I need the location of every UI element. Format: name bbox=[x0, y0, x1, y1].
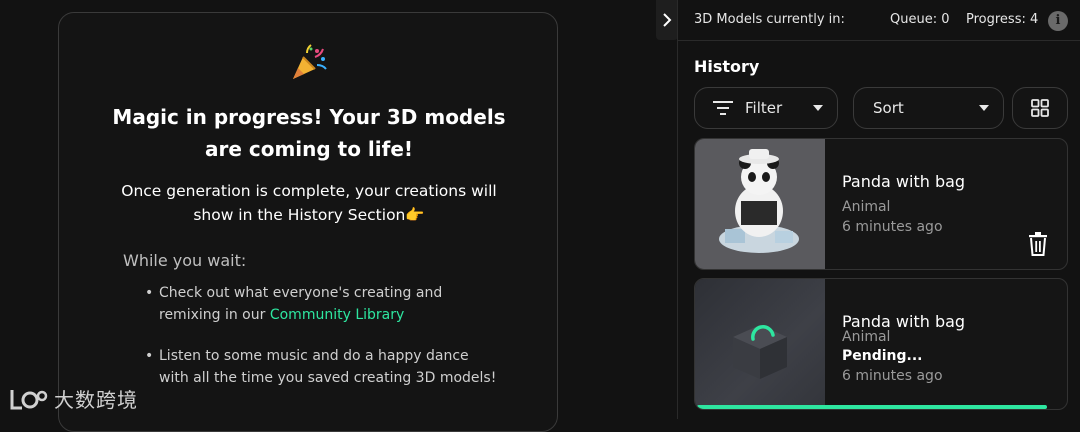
history-item[interactable]: Panda with bag Animal 6 minutes ago bbox=[694, 138, 1068, 270]
model-time: 6 minutes ago bbox=[842, 219, 943, 235]
wait-title: While you wait: bbox=[123, 251, 247, 270]
sort-label: Sort bbox=[873, 99, 904, 117]
progress-subtext: Once generation is complete, your creati… bbox=[121, 182, 497, 224]
chevron-down-icon bbox=[979, 105, 989, 111]
tip-music-text: Listen to some music and do a happy danc… bbox=[159, 348, 497, 386]
history-title: History bbox=[694, 57, 760, 76]
pending-status: Pending... bbox=[842, 348, 923, 364]
watermark-text: 大数跨境 bbox=[54, 388, 138, 412]
collapse-panel-button[interactable] bbox=[656, 0, 678, 40]
progress-headline: Magic in progress! Your 3D models are co… bbox=[112, 105, 506, 161]
generation-progress-bar bbox=[697, 405, 1047, 409]
filter-dropdown[interactable]: Filter bbox=[694, 87, 838, 129]
tip-community: Check out what everyone's creating and r… bbox=[145, 283, 499, 326]
trash-icon[interactable] bbox=[1027, 232, 1049, 256]
progress-count: Progress: 4 bbox=[966, 12, 1039, 27]
status-label: 3D Models currently in: bbox=[694, 12, 845, 27]
tips-list: Check out what everyone's creating and r… bbox=[145, 283, 499, 409]
party-popper-icon bbox=[293, 44, 327, 79]
grid-view-button[interactable] bbox=[1012, 87, 1068, 129]
chevron-right-icon bbox=[663, 13, 672, 27]
model-name: Panda with bag bbox=[842, 172, 966, 191]
sort-dropdown[interactable]: Sort bbox=[853, 87, 1004, 129]
chevron-down-icon bbox=[813, 105, 823, 111]
panda-model-image bbox=[719, 149, 799, 253]
model-thumbnail[interactable] bbox=[695, 139, 825, 269]
panel-divider bbox=[677, 0, 678, 419]
grid-view-icon bbox=[1031, 99, 1049, 117]
queue-count: Queue: 0 bbox=[890, 12, 950, 27]
watermark: 大数跨境 bbox=[8, 384, 138, 413]
history-item[interactable]: Panda with bag Animal Pending... 6 minut… bbox=[694, 278, 1068, 410]
model-category: Animal bbox=[842, 199, 891, 215]
status-bar: 3D Models currently in: Queue: 0 Progres… bbox=[694, 10, 1070, 32]
community-library-link[interactable]: Community Library bbox=[270, 307, 404, 323]
watermark-logo bbox=[10, 389, 48, 409]
model-thumbnail-loading bbox=[695, 279, 825, 409]
tip-music: Listen to some music and do a happy danc… bbox=[145, 346, 499, 389]
info-icon[interactable]: i bbox=[1048, 11, 1068, 31]
model-category: Animal bbox=[842, 329, 891, 345]
model-time: 6 minutes ago bbox=[842, 368, 943, 384]
header-divider bbox=[678, 40, 1080, 41]
filter-icon bbox=[713, 101, 733, 115]
loading-cube-icon bbox=[733, 325, 787, 379]
filter-label: Filter bbox=[745, 99, 783, 117]
generation-progress-card: Magic in progress! Your 3D models are co… bbox=[58, 12, 558, 432]
